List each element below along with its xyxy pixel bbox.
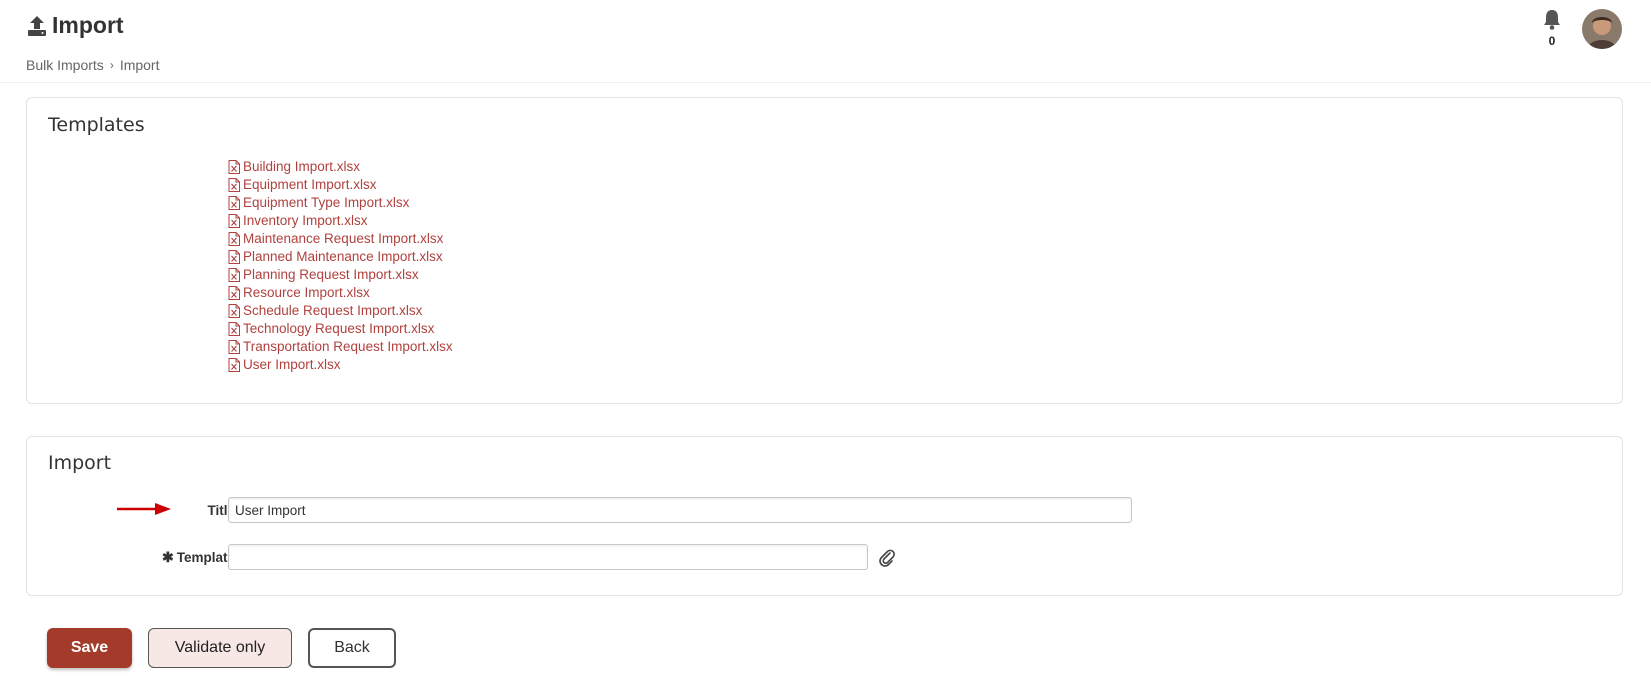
template-file-link[interactable]: Transportation Request Import.xlsx [243,338,453,356]
excel-file-icon [228,214,240,228]
user-avatar[interactable] [1582,9,1622,49]
excel-file-icon [228,232,240,246]
list-item: Planned Maintenance Import.xlsx [228,248,453,266]
template-label: Template [176,550,235,565]
excel-file-icon [228,340,240,354]
breadcrumb-item-bulk-imports[interactable]: Bulk Imports [26,57,104,73]
list-item: User Import.xlsx [228,356,453,374]
template-file-link[interactable]: Technology Request Import.xlsx [243,320,434,338]
excel-file-icon [228,250,240,264]
title-label: Title [207,503,235,518]
list-item: Inventory Import.xlsx [228,212,453,230]
template-file-link[interactable]: Resource Import.xlsx [243,284,370,302]
template-file-link[interactable]: Schedule Request Import.xlsx [243,302,422,320]
list-item: Transportation Request Import.xlsx [228,338,453,356]
list-item: Building Import.xlsx [228,158,453,176]
template-file-link[interactable]: Building Import.xlsx [243,158,360,176]
required-asterisk-icon: ✱ [162,549,174,565]
templates-heading: Templates [48,114,145,136]
template-file-link[interactable]: Planned Maintenance Import.xlsx [243,248,443,266]
list-item: Maintenance Request Import.xlsx [228,230,453,248]
excel-file-icon [228,178,240,192]
paperclip-icon[interactable] [879,549,895,572]
save-button[interactable]: Save [47,628,132,668]
list-item: Technology Request Import.xlsx [228,320,453,338]
template-file-link[interactable]: Equipment Type Import.xlsx [243,194,409,212]
template-file-link[interactable]: Inventory Import.xlsx [243,212,368,230]
list-item: Schedule Request Import.xlsx [228,302,453,320]
excel-file-icon [228,268,240,282]
import-card: Import Title ✱Template [26,436,1623,596]
list-item: Resource Import.xlsx [228,284,453,302]
excel-file-icon [228,196,240,210]
page-title: Import [52,12,124,38]
page-title-group: Import [26,12,124,39]
list-item: Equipment Type Import.xlsx [228,194,453,212]
chevron-right-icon: › [109,58,114,72]
template-file-link[interactable]: Maintenance Request Import.xlsx [243,230,443,248]
excel-file-icon [228,358,240,372]
upload-icon [26,14,48,38]
template-file-link[interactable]: Equipment Import.xlsx [243,176,377,194]
excel-file-icon [228,286,240,300]
title-input[interactable] [228,497,1132,523]
bell-icon [1542,10,1562,35]
templates-card: Templates Building Import.xlsx Equipment… [26,97,1623,404]
list-item: Planning Request Import.xlsx [228,266,453,284]
back-button[interactable]: Back [308,628,396,668]
template-file-list: Building Import.xlsx Equipment Import.xl… [228,158,453,374]
excel-file-icon [228,304,240,318]
notification-count: 0 [1548,34,1556,48]
breadcrumb-item-current: Import [119,57,160,73]
template-label-group: ✱ Template [127,549,235,566]
breadcrumb: Bulk Imports › Import [26,57,160,73]
excel-file-icon [228,322,240,336]
list-item: Equipment Import.xlsx [228,176,453,194]
template-input[interactable] [228,544,868,570]
template-file-link[interactable]: User Import.xlsx [243,356,341,374]
validate-only-button[interactable]: Validate only [148,628,292,668]
excel-file-icon [228,160,240,174]
notifications-button[interactable]: 0 [1540,9,1564,48]
template-file-link[interactable]: Planning Request Import.xlsx [243,266,419,284]
import-heading: Import [48,452,112,474]
page-header: Import Bulk Imports › Import 0 [0,0,1651,83]
